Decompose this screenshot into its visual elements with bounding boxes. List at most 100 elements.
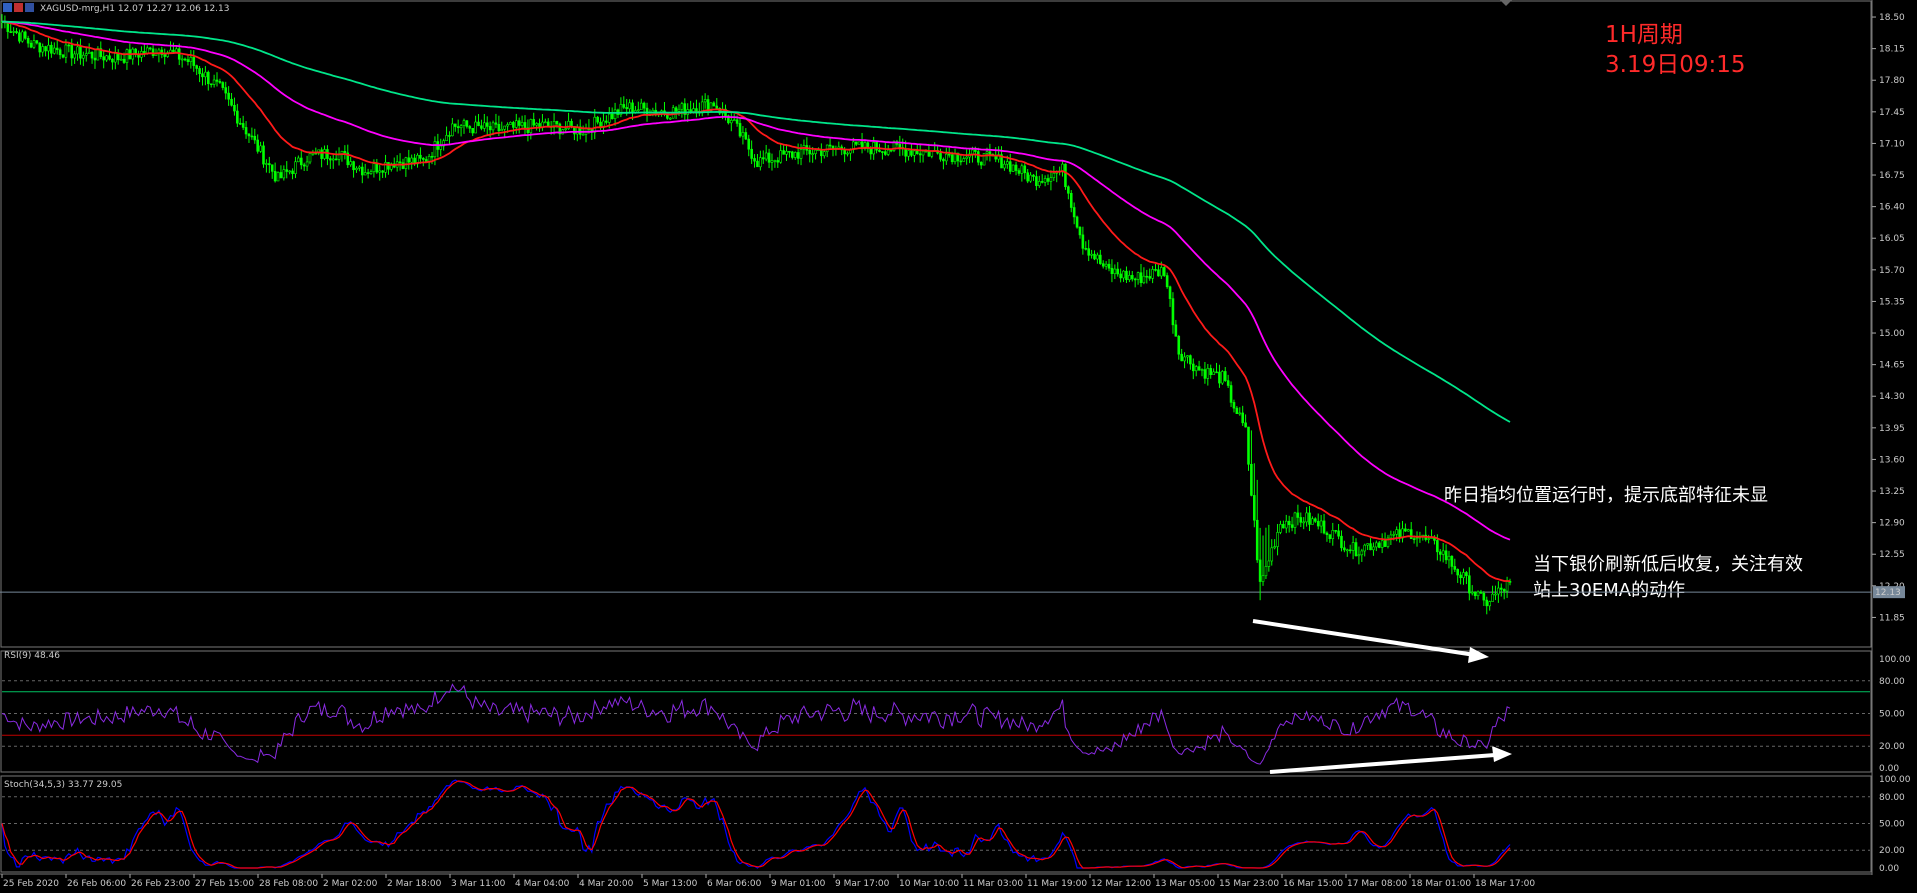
candle-body [12, 31, 15, 33]
candle-body [886, 149, 890, 155]
candle-body [514, 120, 518, 128]
candle-body [299, 157, 303, 166]
candle-body [1090, 253, 1093, 256]
candle-body [1067, 186, 1070, 194]
candle-body [1447, 555, 1451, 561]
candle-body [256, 139, 259, 152]
candle-body [102, 56, 105, 61]
candle-body [622, 104, 626, 108]
candle-body [939, 152, 942, 160]
candle-body [462, 120, 466, 126]
candle-body [334, 158, 338, 161]
candle-body [407, 157, 411, 163]
candle-body [1081, 234, 1085, 249]
candle-body [1261, 575, 1265, 582]
candle-body [76, 46, 79, 55]
candle-body [509, 122, 512, 125]
price-axis-label: 18.15 [1879, 45, 1905, 55]
candle-body [979, 161, 983, 166]
candle-body [1003, 163, 1006, 169]
candle-body [947, 153, 951, 156]
candle-body [451, 123, 454, 137]
price-axis-label: 15.35 [1879, 297, 1905, 307]
candle-body [198, 68, 201, 75]
candle-body [1354, 542, 1358, 557]
candle-body [1026, 172, 1029, 182]
time-axis-label: 11 Mar 03:00 [963, 879, 1023, 889]
candle-body [87, 51, 91, 54]
time-axis-label: 28 Feb 08:00 [259, 879, 318, 889]
candle-body [38, 42, 42, 53]
candle-body [1052, 172, 1056, 178]
candle-body [233, 104, 236, 112]
candle-body [465, 120, 469, 127]
candle-body [311, 152, 315, 155]
candle-body [1497, 587, 1500, 595]
candle-body [148, 47, 152, 50]
candle-body [1197, 366, 1201, 371]
candle-body [453, 123, 457, 127]
candle-body [799, 149, 803, 159]
candle-body [976, 151, 980, 163]
candle-body [1392, 533, 1396, 536]
stoch-axis-label: 20.00 [1879, 846, 1905, 856]
time-axis-label: 4 Mar 04:00 [515, 879, 570, 889]
candle-body [360, 166, 364, 176]
candle-body [358, 166, 361, 169]
candle-body [79, 46, 82, 59]
candle-body [29, 42, 33, 48]
candle-body [950, 154, 954, 163]
candle-body [1345, 549, 1349, 552]
candle-body [1200, 369, 1204, 371]
candle-body [1029, 174, 1032, 182]
candle-body [378, 170, 382, 173]
candle-body [1415, 537, 1419, 540]
candle-body [1078, 226, 1082, 236]
candle-body [811, 153, 814, 155]
candle-body [1180, 353, 1183, 362]
candle-body [1177, 336, 1181, 355]
candle-body [1502, 589, 1506, 592]
candle-body [41, 46, 44, 53]
candle-body [279, 172, 283, 179]
candle-body [921, 150, 925, 156]
candle-body [889, 149, 893, 152]
candle-body [250, 135, 254, 138]
candle-body [67, 44, 71, 47]
candle-body [732, 119, 736, 122]
candle-body [974, 149, 977, 152]
candle-body [218, 81, 222, 83]
candle-body [1258, 559, 1262, 582]
candle-body [700, 101, 704, 112]
rsi-axis-label: 80.00 [1879, 677, 1905, 687]
candle-body [1037, 181, 1041, 186]
candle-body [1072, 207, 1076, 218]
candle-body [1119, 273, 1122, 279]
candle-body [151, 48, 155, 56]
candle-body [1290, 524, 1294, 528]
candle-body [494, 122, 498, 125]
candle-body [369, 171, 373, 174]
candle-body [169, 49, 172, 53]
price-axis-label: 17.80 [1879, 76, 1905, 86]
candle-body [581, 133, 585, 136]
candle-body [1162, 267, 1166, 276]
candle-body [607, 113, 611, 123]
candle-body [962, 158, 966, 162]
candle-body [1299, 517, 1303, 523]
price-axis-label: 17.10 [1879, 139, 1905, 149]
candle-body [1206, 368, 1210, 379]
candle-body [1479, 591, 1483, 594]
candle-body [828, 144, 832, 147]
candle-body [15, 31, 18, 34]
candle-body [9, 31, 13, 33]
candle-body [904, 148, 907, 157]
time-axis-label: 12 Mar 12:00 [1091, 879, 1151, 889]
candle-body [175, 48, 178, 53]
trading-chart[interactable]: XAGUSD-mrg,H1 12.07 12.27 12.06 12.13 1H… [0, 0, 1917, 893]
candle-body [1116, 268, 1120, 275]
candle-body [1084, 248, 1088, 250]
candle-body [270, 164, 274, 172]
candle-body [1154, 269, 1157, 271]
candle-body [488, 126, 492, 131]
